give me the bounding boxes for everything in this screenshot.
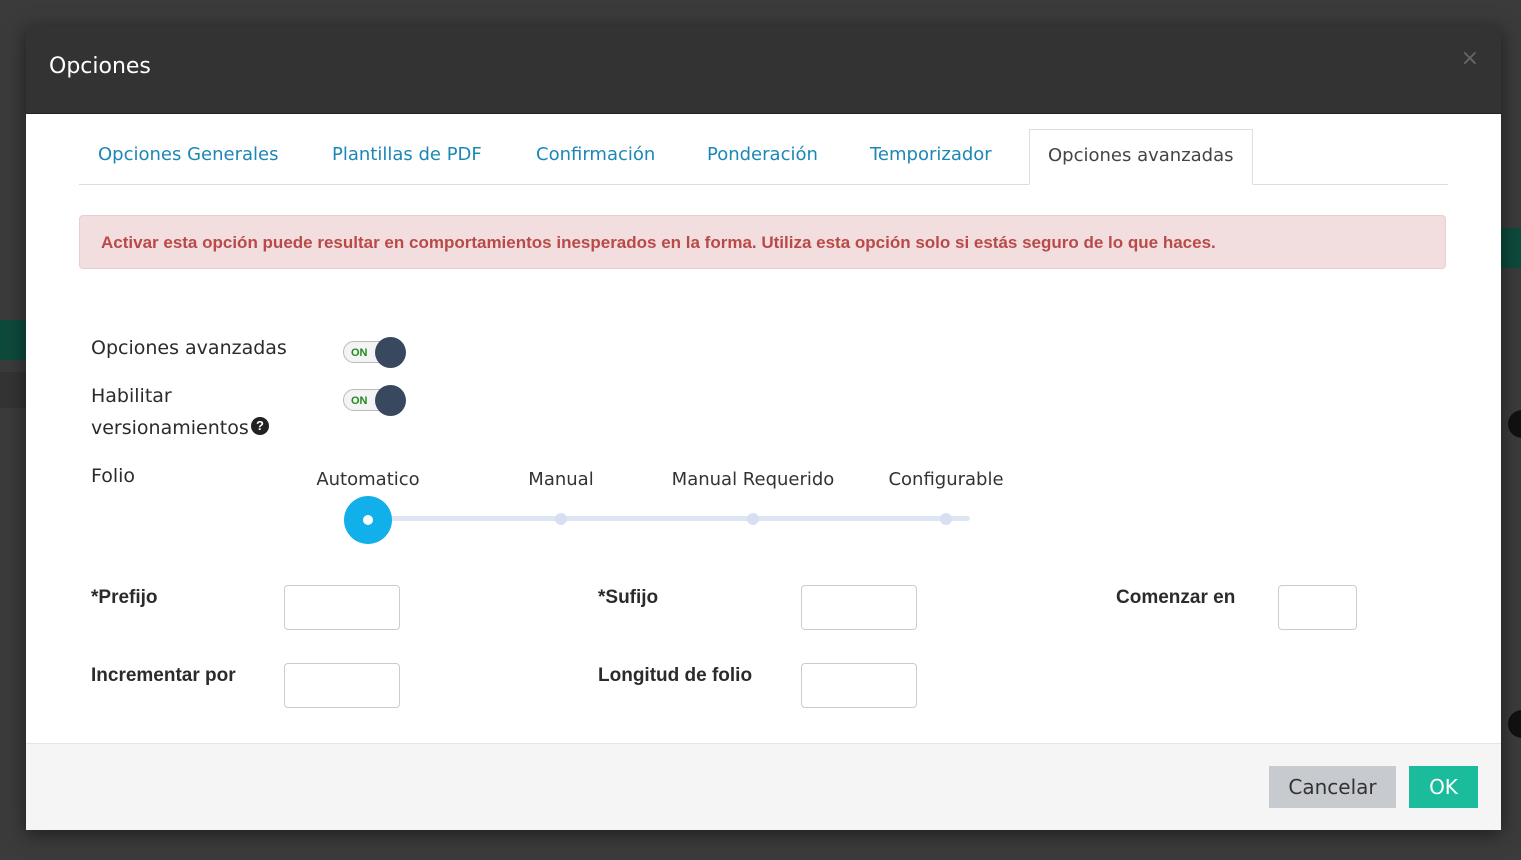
toggle-state-text: ON [351,347,368,359]
tab-pdf-templates[interactable]: Plantillas de PDF [314,129,500,184]
advanced-options-label: Opciones avanzadas [91,337,287,359]
folio-option-automatico[interactable]: Automatico [316,469,419,490]
folio-label: Folio [91,465,136,487]
increment-by-input[interactable] [284,663,400,708]
background-fragment [0,320,26,360]
versioning-label-line2: versionamientos [91,417,249,439]
ok-button[interactable]: OK [1409,766,1478,808]
suffix-input[interactable] [801,585,917,630]
tab-bar: Opciones Generales Plantillas de PDF Con… [79,129,1448,185]
background-fragment [0,372,26,408]
folio-slider-track[interactable] [368,516,970,521]
options-modal: Opciones × Opciones Generales Plantillas… [26,26,1501,830]
folio-option-manual-requerido[interactable]: Manual Requerido [672,469,835,490]
tab-general-options[interactable]: Opciones Generales [80,129,296,184]
tab-weighting[interactable]: Ponderación [689,129,836,184]
prefix-label: *Prefijo [91,587,158,608]
suffix-label: *Sufijo [598,587,659,608]
start-at-input[interactable] [1278,585,1357,630]
prefix-input[interactable] [284,585,400,630]
close-icon[interactable]: × [1461,46,1479,71]
toggle-knob [375,337,406,368]
tab-advanced-options[interactable]: Opciones avanzadas [1029,129,1253,185]
tab-timer[interactable]: Temporizador [852,129,1010,184]
toggle-state-text: ON [351,395,368,407]
folio-slider-step[interactable] [555,513,567,525]
background-fragment [1501,228,1521,268]
folio-slider-step[interactable] [940,513,952,525]
toggle-knob [375,385,406,416]
modal-title: Opciones [49,54,151,79]
modal-header: Opciones × [26,26,1501,114]
folio-length-input[interactable] [801,663,917,708]
folio-option-manual[interactable]: Manual [528,469,593,490]
help-icon[interactable]: ? [251,417,269,435]
start-at-label: Comenzar en [1116,587,1236,608]
warning-alert: Activar esta opción puede resultar en co… [79,215,1446,269]
modal-footer: Cancelar OK [26,743,1501,830]
folio-length-label: Longitud de folio [598,665,753,686]
versioning-label-line1: Habilitar [91,385,172,407]
folio-option-configurable[interactable]: Configurable [888,469,1003,490]
folio-slider-step[interactable] [747,513,759,525]
folio-slider-handle[interactable] [344,496,392,544]
cancel-button[interactable]: Cancelar [1269,766,1396,808]
increment-by-label: Incrementar por [91,665,236,686]
advanced-options-toggle[interactable]: ON [343,337,407,368]
versioning-toggle[interactable]: ON [343,385,407,416]
tab-confirmation[interactable]: Confirmación [518,129,673,184]
